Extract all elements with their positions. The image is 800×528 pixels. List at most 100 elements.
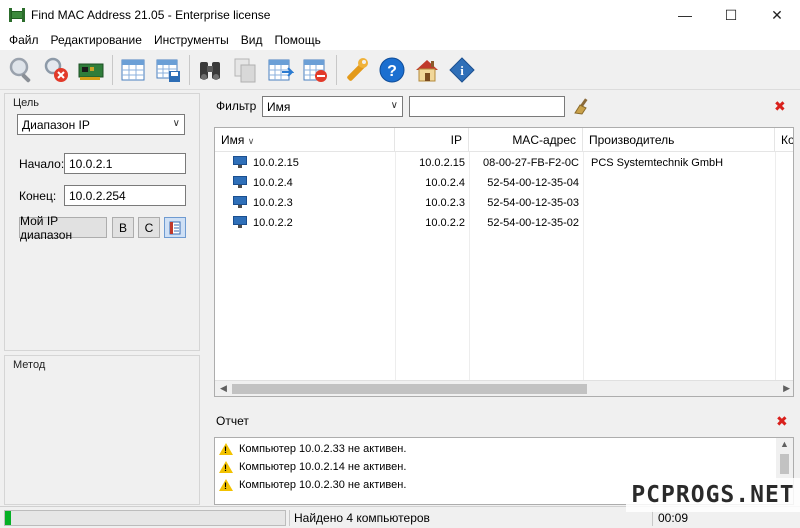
delete-table-button[interactable]	[298, 53, 332, 87]
row-mac: 52-54-00-12-35-04	[487, 177, 579, 189]
row-mac: 52-54-00-12-35-02	[487, 217, 579, 229]
settings-button[interactable]	[340, 53, 374, 87]
clear-report-icon[interactable]: ✖	[776, 413, 788, 430]
maximize-button[interactable]: ☐	[708, 0, 754, 30]
computer-icon	[233, 216, 247, 228]
method-title: Метод	[13, 359, 46, 371]
table-row[interactable]: 10.0.2.2 10.0.2.2 52-54-00-12-35-02	[215, 213, 793, 233]
wrench-icon	[347, 57, 368, 81]
menu-file[interactable]: Файл	[3, 30, 45, 50]
results-table[interactable]: Имя ∨ IP MAC-адрес Производитель Ко 10.0…	[214, 127, 794, 397]
save-table-button[interactable]	[151, 53, 185, 87]
scrollbar-thumb[interactable]	[232, 384, 587, 394]
menu-view[interactable]: Вид	[235, 30, 269, 50]
row-name: 10.0.2.15	[253, 157, 299, 169]
app-icon	[9, 8, 25, 22]
column-mac[interactable]: MAC-адрес	[469, 128, 583, 152]
elapsed-time: 00:09	[658, 511, 689, 525]
my-ip-range-button[interactable]: Мой IP диапазон	[19, 214, 107, 242]
menu-tools[interactable]: Инструменты	[148, 30, 235, 50]
filter-field-value: Имя	[267, 99, 291, 114]
toolbar-separator	[336, 54, 337, 85]
scrollbar-thumb[interactable]	[780, 454, 789, 474]
target-title: Цель	[13, 97, 40, 109]
app-window: Find MAC Address 21.05 - Enterprise lice…	[0, 0, 800, 528]
row-vendor	[583, 173, 775, 193]
warning-icon: !	[219, 479, 233, 491]
export-button[interactable]	[263, 53, 297, 87]
log-entry: ! Компьютер 10.0.2.30 не активен.	[219, 476, 406, 494]
search-button[interactable]	[4, 53, 38, 87]
column-more[interactable]: Ко	[775, 128, 793, 152]
toolbar-separator	[112, 54, 113, 85]
table-row[interactable]: 10.0.2.4 10.0.2.4 52-54-00-12-35-04	[215, 173, 793, 193]
broom-icon[interactable]	[573, 97, 593, 115]
end-ip-input[interactable]: 10.0.2.254	[64, 185, 186, 206]
column-divider	[583, 152, 584, 380]
column-ip[interactable]: IP	[395, 128, 469, 152]
range-type-select[interactable]: Диапазон IP ∨	[17, 114, 185, 135]
row-vendor: PCS Systemtechnik GmbH	[591, 157, 724, 169]
class-b-button[interactable]: B	[112, 217, 134, 238]
column-name-label: Имя	[221, 133, 245, 147]
row-vendor	[583, 193, 775, 213]
warning-icon: !	[219, 461, 233, 473]
report-title: Отчет	[216, 414, 249, 428]
info-button[interactable]: i	[445, 53, 479, 87]
scroll-up-icon[interactable]: ▲	[780, 439, 789, 449]
export-table-icon	[268, 59, 294, 80]
help-button[interactable]: ?	[375, 53, 409, 87]
row-vendor	[583, 213, 775, 233]
copy-icon	[234, 58, 256, 82]
menu-help[interactable]: Помощь	[268, 30, 326, 50]
menu-bar: Файл Редактирование Инструменты Вид Помо…	[0, 30, 800, 50]
ip-list-button[interactable]	[164, 217, 186, 238]
close-button[interactable]: ✕	[754, 0, 800, 30]
minimize-button[interactable]: —	[662, 0, 708, 30]
start-ip-input[interactable]: 10.0.2.1	[64, 153, 186, 174]
log-text: Компьютер 10.0.2.30 не активен.	[239, 479, 407, 491]
start-ip-value: 10.0.2.1	[69, 156, 113, 171]
table-row[interactable]: 10.0.2.3 10.0.2.3 52-54-00-12-35-03	[215, 193, 793, 213]
row-mac: 08-00-27-FB-F2-0C	[483, 157, 579, 169]
stop-search-button[interactable]	[39, 53, 73, 87]
progress-bar	[4, 510, 286, 526]
info-icon: i	[449, 56, 475, 83]
results-pane: Фильтр Имя ∨ ✖ Имя ∨ IP MAC-адрес Произв…	[206, 93, 800, 505]
computer-icon	[233, 196, 247, 208]
book-icon	[169, 221, 181, 234]
row-ip: 10.0.2.4	[425, 177, 465, 189]
filter-input[interactable]	[409, 96, 565, 117]
status-text: Найдено 4 компьютеров	[294, 511, 430, 525]
column-vendor[interactable]: Производитель	[583, 128, 775, 152]
filter-field-select[interactable]: Имя ∨	[262, 96, 403, 117]
method-group: Метод	[4, 355, 200, 505]
column-name[interactable]: Имя ∨	[215, 128, 395, 152]
copy-button[interactable]	[228, 53, 262, 87]
stop-search-icon	[44, 57, 68, 82]
find-button[interactable]	[193, 53, 227, 87]
help-icon: ?	[379, 57, 405, 82]
chevron-down-icon: ∨	[390, 100, 398, 111]
row-name: 10.0.2.3	[253, 197, 293, 209]
home-button[interactable]	[410, 53, 444, 87]
log-entry: ! Компьютер 10.0.2.33 не активен.	[219, 440, 406, 458]
menu-edit[interactable]: Редактирование	[45, 30, 148, 50]
network-card-icon	[78, 63, 104, 80]
log-entry: ! Компьютер 10.0.2.14 не активен.	[219, 458, 406, 476]
scroll-left-icon[interactable]: ◀	[220, 383, 227, 394]
watermark: PCPROGS.NET	[626, 478, 800, 512]
scroll-right-icon[interactable]: ▶	[783, 383, 790, 394]
start-label: Начало:	[19, 157, 65, 171]
end-label: Конец:	[19, 189, 57, 203]
export-table-button[interactable]	[116, 53, 150, 87]
table-icon	[121, 59, 145, 80]
toolbar-separator	[189, 54, 190, 85]
range-type-value: Диапазон IP	[22, 117, 90, 132]
table-row[interactable]: 10.0.2.15 10.0.2.15 08-00-27-FB-F2-0C PC…	[215, 153, 793, 173]
clear-filter-icon[interactable]: ✖	[774, 98, 786, 115]
network-card-button[interactable]	[74, 53, 108, 87]
horizontal-scrollbar[interactable]: ◀ ▶	[215, 380, 793, 396]
log-text: Компьютер 10.0.2.14 не активен.	[239, 461, 407, 473]
class-c-button[interactable]: C	[138, 217, 160, 238]
